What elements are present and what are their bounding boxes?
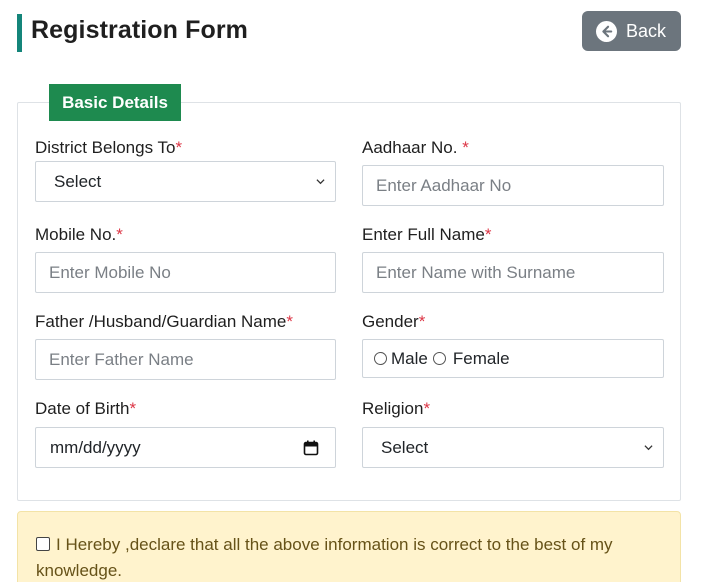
- required-mark: *: [116, 225, 123, 244]
- required-mark: *: [423, 399, 431, 418]
- required-mark: *: [418, 312, 426, 331]
- gender-male-radio[interactable]: [374, 352, 387, 365]
- required-mark: *: [175, 138, 183, 157]
- required-mark: *: [462, 138, 469, 157]
- gender-female-radio[interactable]: [432, 352, 446, 365]
- calendar-icon[interactable]: [303, 440, 319, 456]
- declaration-alert: I Hereby ,declare that all the above inf…: [17, 511, 681, 582]
- page-title: Registration Form: [31, 16, 248, 44]
- declaration-checkbox[interactable]: [36, 537, 50, 551]
- dob-label: Date of Birth*: [35, 399, 137, 418]
- district-select[interactable]: Select: [35, 161, 336, 202]
- gender-label: Gender*: [362, 312, 426, 331]
- gender-male-label[interactable]: Male: [391, 349, 428, 369]
- full-name-label: Enter Full Name*: [362, 225, 492, 244]
- aadhaar-input[interactable]: [362, 165, 664, 206]
- dob-date-format: mm/dd/yyyy: [50, 437, 141, 457]
- required-mark: *: [286, 312, 293, 331]
- title-accent-bar: [17, 14, 22, 52]
- gender-radio-group: Male Female: [362, 339, 664, 378]
- section-legend: Basic Details: [49, 84, 181, 121]
- chevron-down-icon: [316, 179, 325, 185]
- district-select-value: Select: [54, 171, 102, 191]
- required-mark: *: [129, 399, 137, 418]
- aadhaar-label: Aadhaar No. *: [362, 138, 469, 157]
- back-button-label: Back: [626, 20, 667, 41]
- chevron-down-icon: [644, 445, 653, 451]
- father-name-input[interactable]: [35, 339, 336, 380]
- mobile-input[interactable]: [35, 252, 336, 293]
- religion-select[interactable]: Select: [362, 427, 664, 468]
- required-mark: *: [484, 225, 492, 244]
- back-button[interactable]: Back: [582, 11, 681, 51]
- arrow-left-circle-icon: [596, 20, 617, 42]
- religion-label: Religion*: [362, 399, 431, 418]
- declaration-text: I Hereby ,declare that all the above inf…: [36, 535, 613, 580]
- religion-select-value: Select: [381, 437, 429, 457]
- father-name-label: Father /Husband/Guardian Name*: [35, 312, 293, 331]
- full-name-input[interactable]: [362, 252, 664, 293]
- dob-date-input[interactable]: mm/dd/yyyy: [35, 427, 336, 468]
- mobile-label: Mobile No.*: [35, 225, 123, 244]
- district-label: District Belongs To*: [35, 138, 183, 157]
- gender-female-label[interactable]: Female: [453, 349, 510, 369]
